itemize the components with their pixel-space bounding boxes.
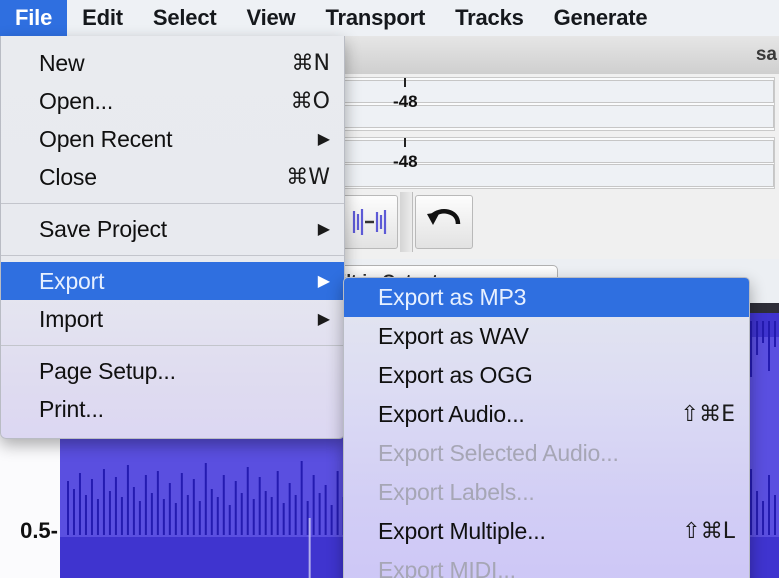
menu-item-label: Export Audio... [378, 401, 525, 427]
menu-item-shortcut: ⌘N [291, 50, 330, 76]
toolbar-grip[interactable] [400, 192, 413, 252]
menubar-item-label: Select [152, 5, 217, 30]
menu-item-page-setup[interactable]: Page Setup... [1, 352, 344, 390]
menu-item-label: Page Setup... [39, 357, 176, 384]
menubar-item-view[interactable]: View [232, 0, 311, 36]
menu-item-shortcut: ⌘W [286, 164, 330, 190]
export-submenu: Export as MP3 Export as WAV Export as OG… [343, 277, 750, 578]
menu-item-export-selected-audio: Export Selected Audio... [344, 434, 749, 473]
menu-item-export-multiple[interactable]: Export Multiple... ⇧⌘L [344, 512, 749, 551]
audacity-window: File Edit Select View Transport Tracks G… [0, 0, 779, 578]
menu-item-export-midi: Export MIDI... [344, 551, 749, 578]
silence-audio-icon [352, 209, 387, 235]
menubar-item-select[interactable]: Select [138, 0, 232, 36]
menu-item-open[interactable]: Open... ⌘O [1, 82, 344, 120]
menu-bar: File Edit Select View Transport Tracks G… [0, 0, 779, 36]
meter-tick-label: -48 [393, 152, 418, 171]
menu-item-export-audio[interactable]: Export Audio... ⇧⌘E [344, 395, 749, 434]
menu-item-label: Export MIDI... [378, 557, 516, 578]
menubar-item-transport[interactable]: Transport [310, 0, 440, 36]
submenu-arrow-icon: ▶ [317, 131, 330, 148]
menu-item-export[interactable]: Export ▶ [1, 262, 344, 300]
menu-item-label: Open Recent [39, 125, 173, 152]
menu-separator [1, 255, 344, 256]
menubar-item-generate[interactable]: Generate [539, 0, 663, 36]
menu-item-export-as-ogg[interactable]: Export as OGG [344, 356, 749, 395]
submenu-arrow-icon: ▶ [317, 273, 330, 290]
menu-item-print[interactable]: Print... [1, 390, 344, 428]
menubar-item-file[interactable]: File [0, 0, 68, 36]
menu-item-shortcut: ⌘O [290, 88, 330, 114]
menu-item-label: New [39, 49, 85, 76]
menu-item-export-as-mp3[interactable]: Export as MP3 [344, 278, 749, 317]
menu-item-open-recent[interactable]: Open Recent ▶ [1, 120, 344, 158]
menubar-item-edit[interactable]: Edit [67, 0, 138, 36]
window-title: sa [755, 44, 777, 65]
menu-item-close[interactable]: Close ⌘W [1, 158, 344, 196]
menu-item-label: Export as MP3 [378, 284, 527, 310]
file-menu-dropdown: New ⌘N Open... ⌘O Open Recent ▶ Close ⌘W… [0, 36, 345, 439]
menu-item-export-as-wav[interactable]: Export as WAV [344, 317, 749, 356]
menu-item-label: Export Multiple... [378, 518, 546, 544]
menu-item-shortcut: ⇧⌘E [680, 402, 735, 427]
menu-item-label: Export as OGG [378, 362, 533, 388]
menu-separator [1, 203, 344, 204]
silence-audio-button[interactable] [340, 195, 398, 249]
submenu-arrow-icon: ▶ [317, 221, 330, 238]
menu-item-label: Save Project [39, 215, 167, 242]
menu-item-label: Open... [39, 87, 114, 114]
menubar-item-label: Tracks [455, 5, 524, 30]
ruler-label: 0.5- [20, 518, 58, 543]
menubar-item-label: Transport [325, 5, 426, 30]
menu-item-label: Close [39, 163, 97, 190]
menu-item-save-project[interactable]: Save Project ▶ [1, 210, 344, 248]
submenu-arrow-icon: ▶ [317, 311, 330, 328]
menu-item-label: Print... [39, 395, 104, 422]
menu-item-shortcut: ⇧⌘L [682, 519, 735, 544]
menu-item-import[interactable]: Import ▶ [1, 300, 344, 338]
undo-icon [427, 209, 461, 225]
menu-item-label: Export Selected Audio... [378, 440, 619, 466]
menu-item-new[interactable]: New ⌘N [1, 44, 344, 82]
undo-button[interactable] [415, 195, 473, 249]
menu-item-label: Export Labels... [378, 479, 535, 505]
menubar-item-label: View [246, 5, 296, 30]
menubar-item-label: File [15, 5, 53, 30]
menu-separator [1, 345, 344, 346]
meter-tick-label: -48 [393, 92, 418, 111]
menubar-item-label: Edit [82, 5, 123, 30]
menu-item-export-labels: Export Labels... [344, 473, 749, 512]
menu-item-label: Export as WAV [378, 323, 529, 349]
menu-item-label: Import [39, 305, 103, 332]
menubar-item-label: Generate [553, 5, 648, 30]
menubar-item-tracks[interactable]: Tracks [440, 0, 539, 36]
menu-item-label: Export [39, 267, 105, 294]
